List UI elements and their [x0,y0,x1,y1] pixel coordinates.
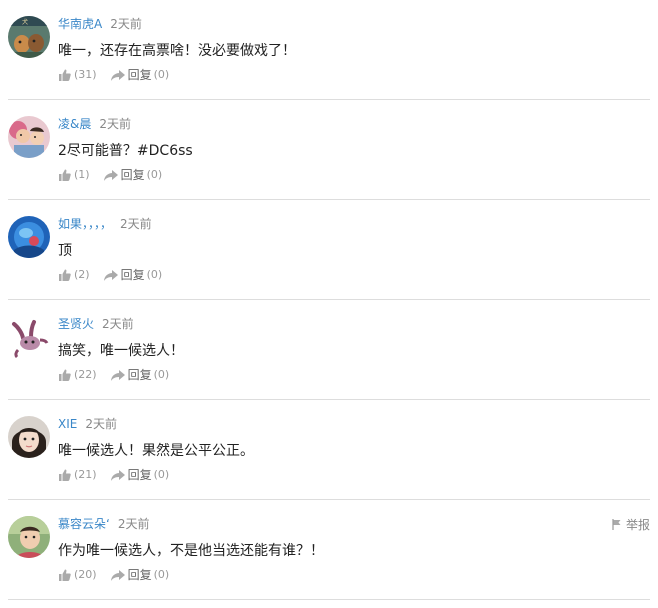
comment-text: 作为唯一候选人，不是他当选还能有谁？！ [58,543,324,559]
timestamp: 2天前 [110,17,142,31]
reply-arrow-icon [103,169,118,181]
reply-button[interactable]: 回复 (0) [110,67,170,83]
username-link[interactable]: 慕容云朵‘ [58,517,110,531]
reply-label: 回复 [127,468,152,482]
child-photo-avatar[interactable] [8,516,50,558]
username-link[interactable]: 凌&晨 [58,117,91,131]
timestamp: 2天前 [85,417,117,431]
timestamp: 2天前 [120,217,152,231]
like-button[interactable]: (2) [58,267,90,283]
report-button[interactable]: 举报 [612,516,650,533]
username-link[interactable]: 如果，，，， [58,217,112,231]
reply-arrow-icon [103,269,118,281]
thumbs-up-icon [59,69,71,81]
username-link[interactable]: 华南虎A [58,17,102,31]
comment-actions: (1) 回复 (0) [58,167,162,183]
comment-text: 2尽可能普？#DC6ss [58,143,193,159]
flag-icon [612,519,621,530]
reply-arrow-icon [110,469,125,481]
like-count: (2) [74,268,90,281]
reply-count: (0) [146,268,163,281]
reply-label: 回复 [120,268,145,282]
children-photo-avatar[interactable] [8,116,50,158]
reply-button[interactable]: 回复 (0) [103,267,163,283]
like-button[interactable]: (1) [58,167,90,183]
like-count: (22) [74,368,97,381]
reply-label: 回复 [120,168,145,182]
timestamp: 2天前 [99,117,131,131]
like-count: (31) [74,68,97,81]
reply-count: (0) [153,468,170,481]
reply-count: (0) [153,568,170,581]
like-button[interactable]: (21) [58,467,97,483]
reply-button[interactable]: 回复 (0) [103,167,163,183]
timestamp: 2天前 [117,517,150,531]
reply-label: 回复 [127,568,152,582]
like-button[interactable]: (22) [58,367,97,383]
like-count: (20) [74,568,97,581]
comment-item: 如果，，，， 2天前 顶 (2) 回复 (0) [8,200,650,300]
comment-actions: (22) 回复 (0) [58,367,169,383]
reply-count: (0) [153,68,170,81]
like-count: (21) [74,468,97,481]
username-link[interactable]: 圣贤火 [58,317,94,331]
thumbs-up-icon [59,169,71,181]
reply-count: (0) [146,168,163,181]
reply-arrow-icon [110,569,125,581]
reply-button[interactable]: 回复 (0) [110,567,170,583]
thumbs-up-icon [59,469,71,481]
report-label: 举报 [625,518,650,532]
thumbs-up-icon [59,269,71,281]
reply-label: 回复 [127,368,152,382]
comment-item: XIE 2天前 唯一候选人！果然是公平公正。 (21) 回复 (0) [8,400,650,500]
comment-list: 犬 华南虎A2天前 唯一，还存在高票啥！没必要做戏了！ (31) 回复(0) [0,0,658,600]
reply-count: (0) [153,368,170,381]
cartoon-rabbit-avatar[interactable] [8,316,50,358]
reply-button[interactable]: 回复 (0) [110,367,170,383]
comment-item: 犬 华南虎A 2天前 唯一，还存在高票啥！没必要做戏了！ (31) 回复 (0) [8,0,650,100]
girl-photo-avatar[interactable] [8,416,50,458]
like-button[interactable]: (31) [58,67,97,83]
reply-button[interactable]: 回复 (0) [110,467,170,483]
comment-actions: (2) 回复 (0) [58,267,162,283]
reply-arrow-icon [110,69,125,81]
comment-item: 凌&晨 2天前 2尽可能普？#DC6ss (1) 回复 (0) [8,100,650,200]
reply-label: 回复 [127,68,152,82]
comment-item: 圣贤火 2天前 搞笑，唯一候选人！ (22) 回复 (0) [8,300,650,400]
svg-text:犬: 犬 [22,18,28,26]
comment-text: 唯一候选人！果然是公平公正。 [58,443,254,459]
comment-actions: (20) 回复 (0) [58,567,169,583]
comment-actions: (21) 回复 (0) [58,467,169,483]
timestamp: 2天前 [102,317,134,331]
blue-abstract-avatar[interactable] [8,216,50,258]
comment-text: 唯一，还存在高票啥！没必要做戏了！ [58,43,296,59]
username-link[interactable]: XIE [58,417,77,431]
comment-text: 顶 [58,243,72,259]
thumbs-up-icon [59,569,71,581]
dog-photo-avatar[interactable]: 犬 [8,16,50,58]
comment-item: 慕容云朵‘ 2天前 举报 作为唯一候选人，不是他当选还能有谁？！ (20) 回复(… [8,500,650,600]
like-button[interactable]: (20) [58,567,97,583]
reply-arrow-icon [110,369,125,381]
thumbs-up-icon [59,369,71,381]
like-count: (1) [74,168,90,181]
comment-text: 搞笑，唯一候选人！ [58,343,184,359]
comment-actions: (31) 回复 (0) [58,67,169,83]
